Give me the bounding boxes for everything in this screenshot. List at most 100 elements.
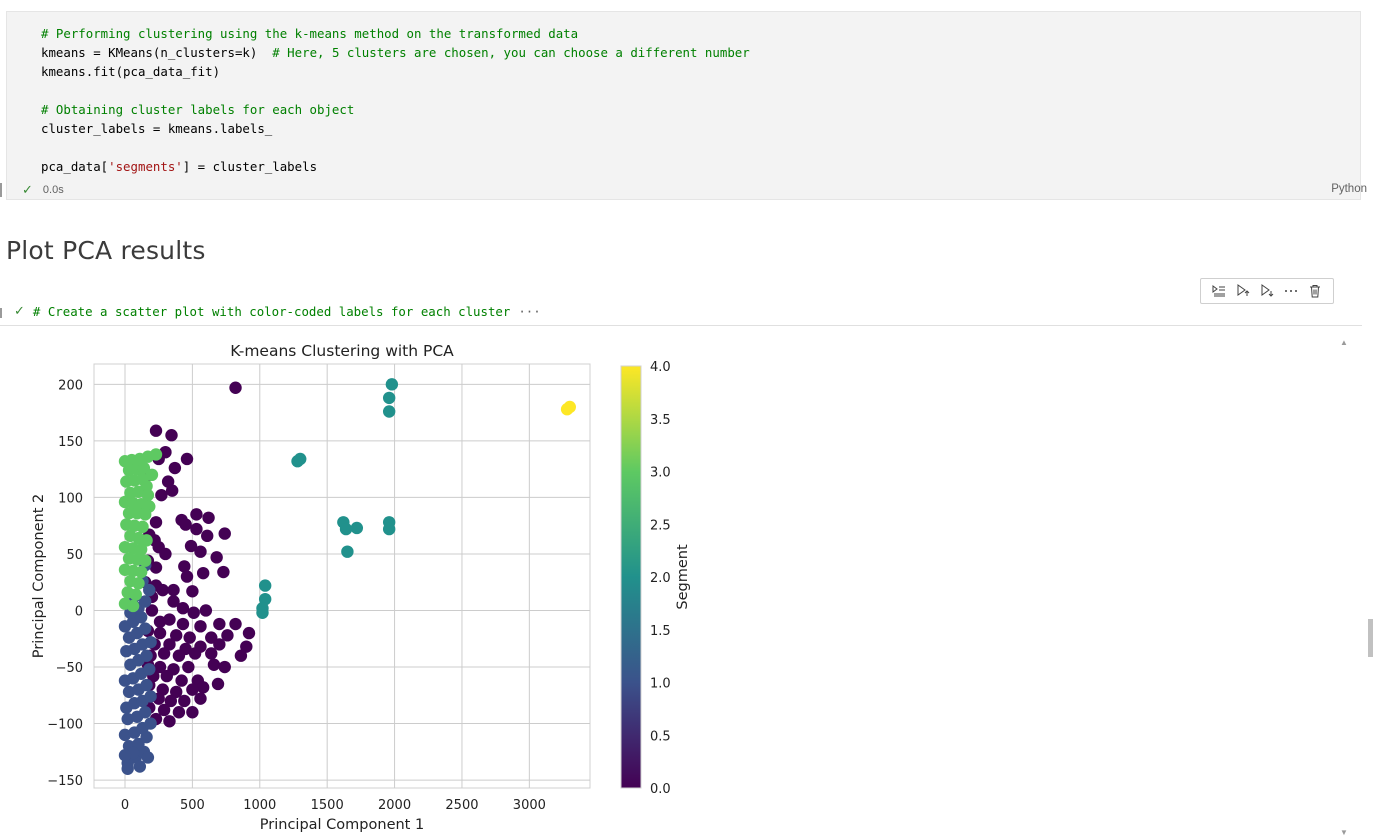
code-cell[interactable]: # Performing clustering using the k-mean… [6, 11, 1361, 200]
delete-icon[interactable] [1305, 281, 1325, 301]
scatter-point-segment-3 [126, 599, 140, 613]
scatter-point-segment-3 [139, 554, 152, 567]
code-text: cluster_labels = kmeans.labels_ [41, 121, 273, 136]
scatter-point-segment-1 [140, 649, 153, 662]
markdown-heading: Plot PCA results [6, 236, 206, 265]
scatter-point-segment-0 [163, 715, 176, 728]
scrollbar-thumb[interactable] [1368, 619, 1373, 657]
scatter-point-segment-0 [165, 484, 179, 497]
code-text: kmeans.fit(pca_data_fit) [41, 64, 221, 79]
scatter-point-segment-0 [182, 660, 195, 674]
scatter-point-segment-3 [139, 508, 152, 521]
output-scroll-up-icon[interactable]: ▲ [1340, 338, 1348, 347]
y-tick-label: 0 [75, 604, 83, 619]
scatter-point-segment-4 [563, 400, 576, 414]
expand-ellipsis-icon[interactable]: ··· [518, 304, 540, 319]
x-tick-label: 3000 [513, 798, 546, 813]
x-axis-label: Principal Component 1 [260, 817, 424, 833]
scatter-point-segment-2 [382, 391, 396, 405]
scatter-point-segment-0 [149, 561, 163, 574]
scatter-point-segment-3 [129, 588, 142, 601]
colorbar-tick-label: 1.0 [650, 677, 671, 692]
cell-language[interactable]: Python [1331, 183, 1367, 195]
scatter-point-segment-2 [294, 452, 307, 466]
scatter-point-segment-0 [180, 452, 194, 466]
scatter-chart: 0 500 1000 1500 2000 2500 3000 −150 −100 −50 0 50 10… [31, 342, 691, 833]
cell-status: ✓ 0.0s [22, 182, 64, 198]
scatter-point-segment-0 [175, 674, 188, 687]
scatter-point-segment-0 [194, 545, 207, 558]
y-tick-label: 200 [58, 378, 83, 393]
scatter-point-segment-0 [168, 461, 182, 475]
colorbar [620, 365, 642, 789]
scatter-point-segment-2 [341, 545, 354, 558]
scatter-point-segment-0 [202, 511, 215, 524]
scatter-point-segment-3 [149, 448, 163, 461]
code-text: ] = cluster_labels [182, 159, 318, 174]
colorbar-tick-label: 3.5 [650, 413, 671, 428]
scatter-point-segment-0 [194, 692, 207, 705]
x-tick-label: 1500 [311, 798, 344, 813]
code-editor[interactable]: # Performing clustering using the k-mean… [41, 24, 750, 176]
scatter-point-segment-2 [382, 405, 396, 418]
scatter-point-segment-0 [217, 565, 230, 579]
success-check-icon: ✓ [22, 182, 33, 197]
scatter-point-segment-2 [382, 522, 396, 536]
colorbar-tick-label: 2.0 [650, 571, 671, 586]
output-scroll-down-icon[interactable]: ▼ [1340, 828, 1348, 837]
run-above-icon[interactable] [1233, 281, 1253, 301]
scatter-point-segment-1 [143, 663, 156, 676]
code-line: pca_data['segments'] = cluster_labels [41, 157, 750, 176]
scatter-point-segment-3 [136, 520, 149, 534]
chart-title: K-means Clustering with PCA [230, 342, 454, 360]
colorbar-tick-label: 2.5 [650, 518, 671, 533]
run-below-icon[interactable] [1257, 281, 1277, 301]
y-axis-label: Principal Component 2 [31, 494, 47, 658]
scatter-point-segment-0 [205, 647, 218, 660]
scatter-point-segment-0 [176, 602, 190, 615]
code-line: kmeans = KMeans(n_clusters=k) # Here, 5 … [41, 43, 750, 62]
scatter-point-segment-0 [159, 547, 172, 561]
code-line: # Obtaining cluster labels for each obje… [41, 100, 750, 119]
x-tick-label: 0 [121, 798, 129, 813]
scatter-point-segment-0 [218, 660, 231, 674]
cell-output: 0 500 1000 1500 2000 2500 3000 −150 −100 −50 0 50 10… [0, 332, 1362, 839]
scatter-point-segment-0 [160, 669, 173, 683]
scatter-point-segment-0 [201, 529, 214, 543]
scatter-point-segment-0 [165, 429, 178, 442]
scatter-point-segment-0 [194, 620, 207, 633]
scatter-point-segment-1 [139, 706, 152, 719]
scatter-point-segment-0 [211, 677, 225, 691]
scatter-point-segment-0 [199, 604, 213, 617]
colorbar-tick-label: 3.0 [650, 466, 671, 481]
y-tick-label: −100 [47, 718, 83, 733]
scatter-point-segment-0 [149, 516, 163, 529]
scatter-point-segment-0 [157, 647, 171, 660]
collapsed-code-text[interactable]: # Create a scatter plot with color-coded… [33, 304, 510, 319]
colorbar-label: Segment [675, 544, 691, 610]
scatter-point-segment-0 [153, 626, 167, 640]
scatter-point-segment-0 [229, 381, 242, 394]
scatter-point-segment-0 [183, 631, 196, 644]
scatter-point-segment-0 [155, 488, 168, 502]
scatter-point-segment-2 [350, 521, 364, 535]
colorbar-tick-label: 0.5 [650, 729, 671, 744]
code-string: 'segments' [108, 159, 183, 174]
scatter-point-segment-0 [190, 508, 203, 521]
scatter-point-segment-0 [229, 617, 242, 631]
scatter-point-segment-1 [144, 690, 157, 703]
scatter-point-segment-0 [190, 522, 203, 536]
scatter-point-segment-0 [207, 658, 221, 671]
success-check-icon: ✓ [14, 304, 25, 319]
code-comment: # Here, 5 clusters are chosen, you can c… [272, 45, 750, 60]
scatter-point-segment-0 [196, 566, 210, 580]
scatter-point-segment-0 [186, 585, 199, 598]
collapsed-code-cell[interactable]: ✓ # Create a scatter plot with color-cod… [0, 300, 1362, 326]
code-line: ​ [41, 138, 750, 157]
scatter-point-segment-0 [242, 626, 256, 640]
more-icon[interactable] [1281, 281, 1301, 301]
scatter-point-segment-0 [178, 694, 191, 708]
colorbar-tick-label: 0.0 [650, 782, 671, 797]
y-tick-label: 150 [58, 435, 83, 450]
execute-above-icon[interactable] [1209, 281, 1229, 301]
